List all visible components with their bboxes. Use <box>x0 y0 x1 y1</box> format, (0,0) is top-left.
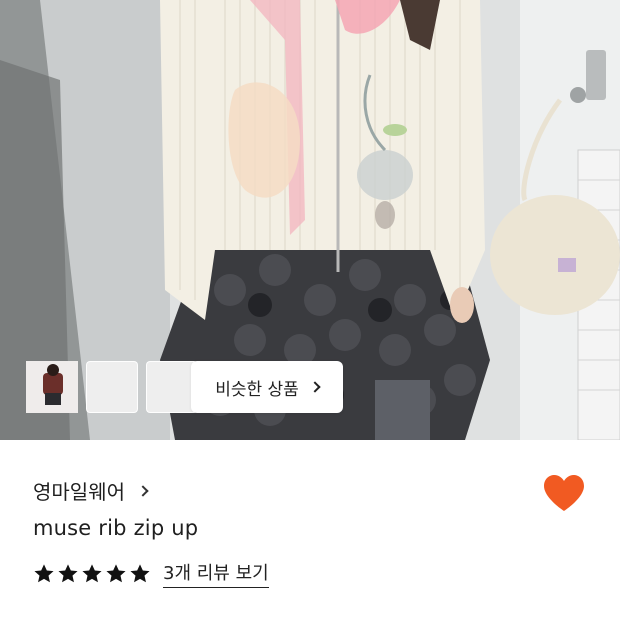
thumbnail-strip <box>26 361 198 413</box>
brand-name: 영마일웨어 <box>33 480 125 504</box>
brand-link[interactable]: 영마일웨어 <box>33 476 149 505</box>
star-icon <box>130 563 150 582</box>
chevron-right-icon <box>309 381 321 393</box>
product-main-image[interactable]: 비슷한 상품 <box>0 0 620 440</box>
product-info: 영마일웨어 muse rib zip up 3개 리뷰 보기 <box>0 440 620 620</box>
chevron-right-icon <box>137 484 149 497</box>
star-icon <box>34 563 54 582</box>
rating-row: 3개 리뷰 보기 <box>33 559 269 588</box>
heart-icon[interactable] <box>542 473 586 513</box>
star-icon <box>106 563 126 582</box>
thumbnail-2[interactable] <box>26 361 138 413</box>
star-icon <box>58 563 78 582</box>
similar-products-label: 비슷한 상품 <box>215 379 299 400</box>
star-icon <box>82 563 102 582</box>
review-link[interactable]: 3개 리뷰 보기 <box>163 559 269 588</box>
product-name: muse rib zip up <box>33 516 199 540</box>
similar-products-button[interactable]: 비슷한 상품 <box>191 361 343 413</box>
star-rating <box>33 563 151 585</box>
